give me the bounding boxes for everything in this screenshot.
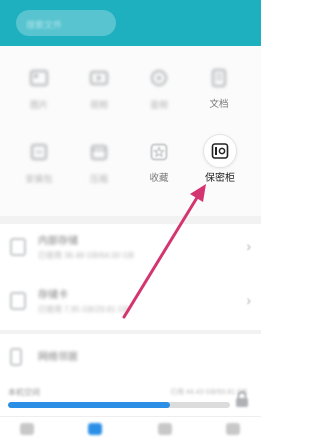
lock-icon[interactable] bbox=[234, 390, 250, 408]
storage-usage-bar bbox=[8, 402, 230, 408]
music-icon bbox=[145, 64, 173, 92]
row-title: 内部存储 bbox=[38, 236, 78, 247]
category-images[interactable]: 图片 bbox=[10, 64, 68, 110]
row-title: 网络邻居 bbox=[38, 352, 78, 363]
archive-icon bbox=[85, 138, 113, 166]
chevron-right-icon: › bbox=[246, 292, 251, 308]
network-icon bbox=[10, 348, 22, 366]
search-placeholder: 搜索文件 bbox=[26, 20, 63, 30]
package-icon bbox=[25, 138, 53, 166]
chevron-right-icon: › bbox=[246, 238, 251, 254]
storage-row-sdcard[interactable]: 存储卡 已使用 7.95 GB/29.81 GB › bbox=[0, 272, 261, 332]
storage-usage-fill bbox=[8, 402, 171, 408]
storage-summary-label: 本机空间 bbox=[8, 388, 40, 397]
app-header: 搜索文件 bbox=[0, 0, 261, 46]
category-label: 压缩 bbox=[89, 174, 108, 184]
network-row[interactable]: 网络邻居 bbox=[0, 328, 261, 388]
category-safe-box[interactable]: 保密柜 bbox=[191, 134, 249, 184]
tab-cloud-icon[interactable] bbox=[158, 423, 172, 435]
category-label: 保密柜 bbox=[205, 173, 235, 184]
category-documents[interactable]: 文档 bbox=[190, 64, 248, 110]
category-label: 图片 bbox=[29, 100, 48, 110]
image-icon bbox=[25, 64, 53, 92]
tab-recent-icon[interactable] bbox=[20, 423, 34, 435]
tab-categories-icon[interactable] bbox=[88, 423, 102, 435]
video-icon bbox=[85, 64, 113, 92]
category-label: 视频 bbox=[89, 100, 108, 110]
sd-card-icon bbox=[10, 292, 26, 310]
category-videos[interactable]: 视频 bbox=[70, 64, 128, 110]
category-audio[interactable]: 音频 bbox=[130, 64, 188, 110]
row-title: 存储卡 bbox=[38, 290, 68, 301]
category-label: 文档 bbox=[209, 99, 229, 110]
category-archive[interactable]: 压缩 bbox=[70, 138, 128, 184]
row-subtitle: 已使用 36.48 GB/64.00 GB bbox=[38, 251, 135, 260]
category-label: 安装包 bbox=[25, 174, 53, 184]
category-apk[interactable]: 安装包 bbox=[10, 138, 68, 184]
phone-storage-icon bbox=[10, 238, 26, 256]
row-subtitle: 已使用 7.95 GB/29.81 GB bbox=[38, 305, 130, 314]
category-grid: 图片 视频 音频 文档 安装包 压缩 收藏 保密柜 bbox=[0, 46, 261, 216]
tab-settings-icon[interactable] bbox=[226, 423, 240, 435]
bottom-tab-bar bbox=[0, 416, 261, 440]
document-icon bbox=[205, 64, 233, 92]
star-icon bbox=[145, 138, 173, 166]
category-favorites[interactable]: 收藏 bbox=[130, 138, 188, 184]
category-label: 音频 bbox=[149, 100, 168, 110]
safe-icon bbox=[203, 134, 237, 168]
category-label: 收藏 bbox=[149, 173, 169, 184]
storage-row-internal[interactable]: 内部存储 已使用 36.48 GB/64.00 GB › bbox=[0, 218, 261, 278]
